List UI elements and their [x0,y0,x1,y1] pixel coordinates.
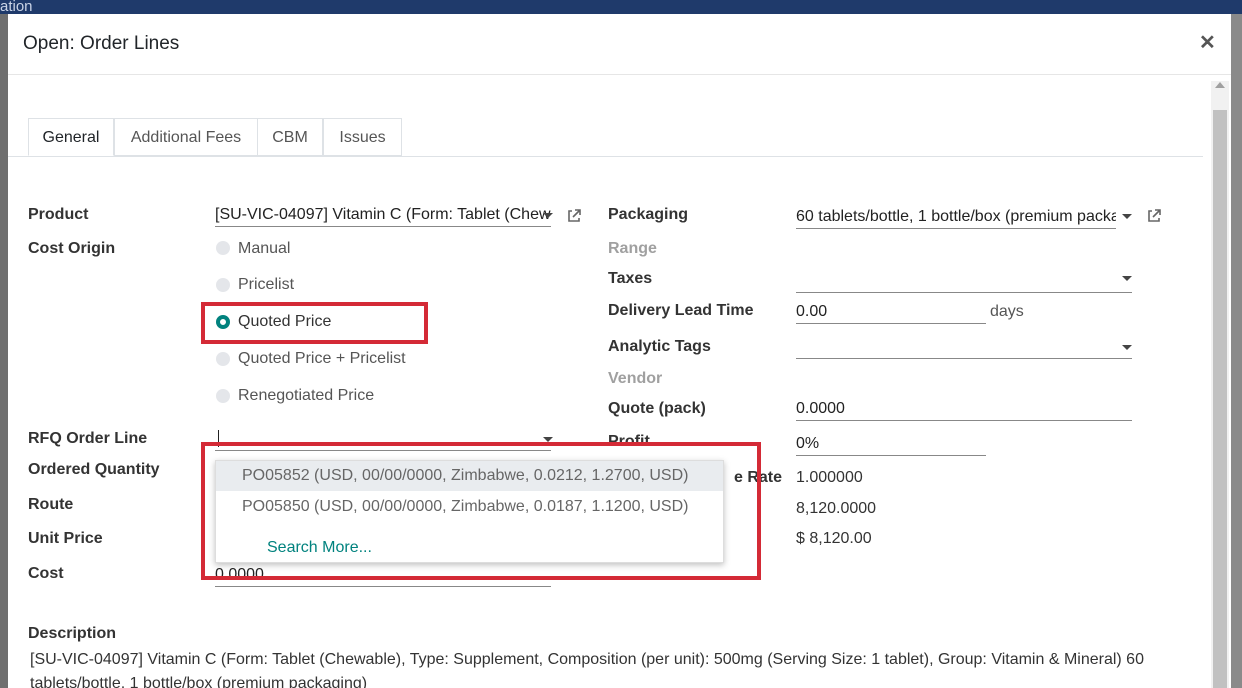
vendor-label: Vendor [608,370,663,387]
taxes-dropdown-caret-icon[interactable] [1122,276,1132,281]
quote-pack-label: Quote (pack) [608,400,706,417]
description-text: [SU-VIC-04097] Vitamin C (Form: Tablet (… [30,651,1144,688]
delivery-lead-time-value: 0.00 [796,303,828,320]
rfq-order-line-label: RFQ Order Line [28,430,148,447]
route-label: Route [28,496,74,513]
delivery-lead-time-input[interactable]: 0.00 [796,301,986,324]
tab-divider [8,156,1203,157]
close-icon[interactable]: ✕ [1199,30,1216,55]
profit-input[interactable]: 0% [796,433,986,456]
radio-pricelist-label[interactable]: Pricelist [238,276,294,294]
ordered-quantity-label: Ordered Quantity [28,461,160,478]
radio-renegotiated-price-label[interactable]: Renegotiated Price [238,387,374,405]
scrollbar-thumb[interactable] [1213,110,1227,688]
dialog-title: Open: Order Lines [23,33,180,54]
radio-manual-label[interactable]: Manual [238,240,290,258]
radio-quoted-price-pricelist[interactable] [216,352,230,366]
tab-cbm[interactable]: CBM [257,118,323,156]
quote-pack-value: 0.0000 [796,400,845,417]
delivery-unit: days [990,303,1024,320]
tab-additional-fees[interactable]: Additional Fees [114,118,258,156]
highlight-quoted-price [201,302,428,344]
dialog-header: Open: Order Lines ✕ [8,14,1231,75]
order-lines-dialog: Open: Order Lines ✕ General Additional F… [8,14,1231,688]
cost-origin-label: Cost Origin [28,240,116,257]
cost-label: Cost [28,565,64,582]
tab-issues[interactable]: Issues [323,118,402,156]
description-label: Description [28,625,117,642]
analytic-tags-label: Analytic Tags [608,338,711,355]
radio-quoted-price-pricelist-label[interactable]: Quoted Price + Pricelist [238,350,406,368]
scroll-up-arrow-icon[interactable] [1215,82,1225,88]
product-field[interactable]: [SU-VIC-04097] Vitamin C (Form: Tablet (… [215,204,551,227]
analytic-tags-dropdown-caret-icon[interactable] [1122,345,1132,350]
background-topbar-text: ation [0,0,33,14]
background-right-strip [1231,14,1242,688]
highlight-rfq-dropdown [201,442,761,580]
taxes-label: Taxes [608,270,653,287]
radio-renegotiated-price[interactable] [216,389,230,403]
packaging-value: 60 tablets/bottle, 1 bottle/box (premium… [796,208,1116,225]
radio-pricelist[interactable] [216,278,230,292]
taxes-field[interactable] [796,270,1132,293]
analytic-tags-field[interactable] [796,336,1132,359]
packaging-external-link-icon[interactable] [1146,208,1162,224]
product-value: [SU-VIC-04097] Vitamin C (Form: Tablet (… [215,206,551,223]
background-topbar: ation [0,0,1242,14]
packaging-field[interactable]: 60 tablets/bottle, 1 bottle/box (premium… [796,206,1116,229]
radio-manual[interactable] [216,241,230,255]
quote-pack-input[interactable]: 0.0000 [796,398,1132,421]
packaging-label: Packaging [608,206,689,223]
unit-price-label: Unit Price [28,530,103,547]
total-value: $ 8,120.00 [796,530,872,547]
range-label: Range [608,240,657,257]
product-label: Product [28,206,89,223]
profit-value: 0% [796,435,820,452]
delivery-lead-time-label: Delivery Lead Time [608,302,754,319]
subtotal-value: 8,120.0000 [796,500,877,517]
product-external-link-icon[interactable] [566,208,582,224]
exchange-rate-value: 1.000000 [796,469,863,486]
product-dropdown-caret-icon[interactable] [543,213,553,218]
tab-general[interactable]: General [28,118,114,156]
packaging-dropdown-caret-icon[interactable] [1122,214,1132,219]
